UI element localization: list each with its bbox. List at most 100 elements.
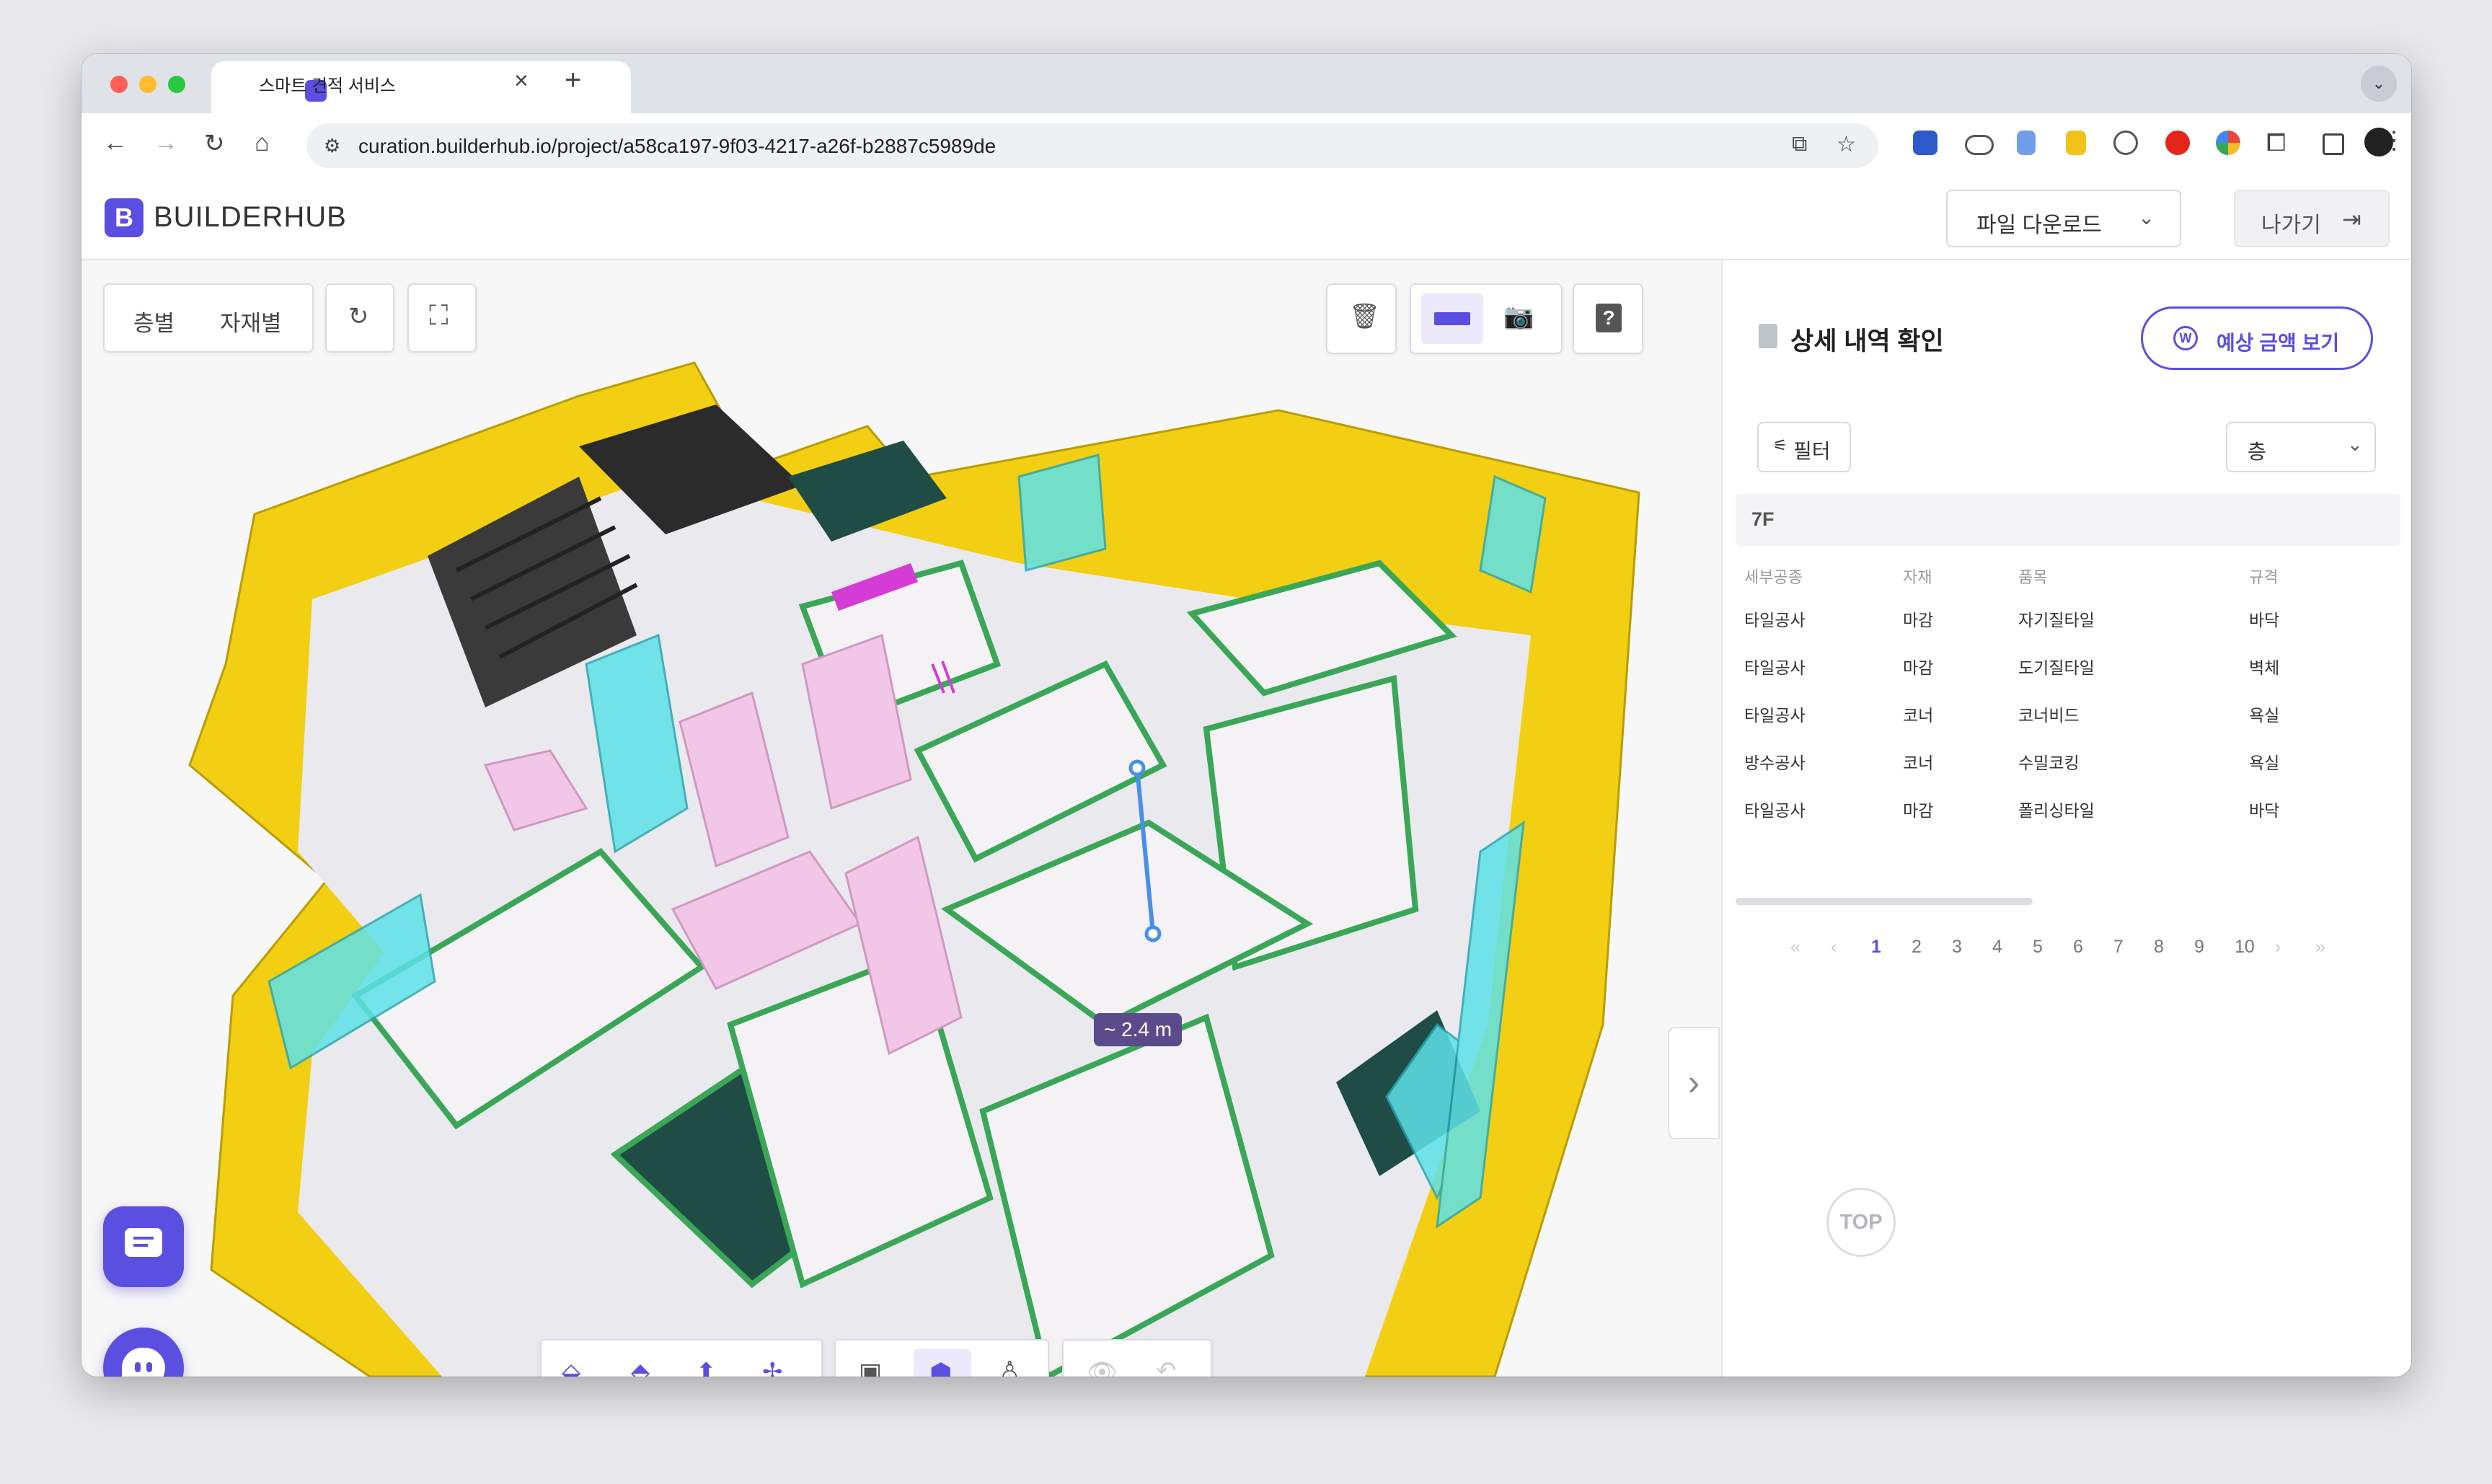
perspective-right-icon[interactable]: ⬘ — [631, 1358, 650, 1377]
table-cell: 욕실 — [2249, 706, 2280, 725]
fit-view-button[interactable]: ⛶ — [407, 283, 477, 353]
tab-search-dropdown-icon[interactable]: ⌄ — [2361, 66, 2397, 102]
page-number[interactable]: 3 — [1952, 937, 1962, 958]
floor-group-header[interactable]: 7F — [1736, 494, 2400, 546]
close-window-button[interactable] — [110, 76, 128, 93]
table-cell: 폴리싱타일 — [2018, 801, 2095, 820]
new-tab-button[interactable]: + — [565, 64, 581, 97]
table-row[interactable]: 타일공사 마감 자기질타일 바닥 — [1723, 606, 2400, 635]
chat-button[interactable] — [103, 1206, 184, 1287]
app-header: B BUILDERHUB 파일 다운로드 ⌄ 나가기 ⇥ — [81, 178, 2411, 260]
page-number[interactable]: 6 — [2073, 937, 2083, 958]
notes-extension-icon[interactable] — [2066, 131, 2086, 155]
page-number[interactable]: 8 — [2154, 937, 2164, 958]
ruler-icon — [1434, 312, 1470, 325]
tab-close-icon[interactable]: × — [514, 67, 529, 95]
measure-point-end — [1144, 925, 1162, 942]
logo-text[interactable]: BUILDERHUB — [154, 201, 347, 234]
page-number[interactable]: 2 — [1912, 937, 1922, 958]
camera-icon[interactable]: 📷 — [1503, 302, 1534, 331]
prev-page-icon[interactable]: ‹ — [1831, 937, 1837, 958]
site-settings-icon[interactable]: ⚙ — [324, 135, 340, 157]
table-row[interactable]: 방수공사 코너 수밀코킹 욕실 — [1723, 749, 2400, 778]
color-extension-icon[interactable] — [2216, 131, 2240, 155]
model-view-button[interactable]: ⬢ — [914, 1349, 971, 1377]
view-by-floor-tab[interactable]: 층별 — [133, 305, 174, 337]
floorplan-icon[interactable]: ▣ — [859, 1358, 882, 1377]
page-number[interactable]: 10 — [2235, 937, 2255, 958]
filter-button[interactable]: ⚟ 필터 — [1757, 422, 1851, 472]
cloud-extension-icon[interactable] — [1965, 135, 1994, 155]
camera-views-toolbar: ⬙ ⬘ ⬆ ✢ — [540, 1339, 823, 1377]
document-icon — [1759, 324, 1777, 348]
tab-strip: 스마트 견적 서비스 × + ⌄ — [81, 54, 2411, 113]
first-page-icon[interactable]: « — [1790, 937, 1800, 958]
column-header: 품목 — [2018, 568, 2048, 586]
builderhub-logo-icon[interactable]: B — [105, 198, 143, 237]
table-cell: 바닥 — [2249, 611, 2280, 630]
address-bar[interactable]: ⚙ curation.builderhub.io/project/a58ca19… — [306, 123, 1878, 168]
table-cell: 도기질타일 — [2018, 658, 2095, 677]
page-number[interactable]: 9 — [2194, 937, 2204, 958]
page-number[interactable]: 4 — [1992, 937, 2002, 958]
column-header: 세부공종 — [1744, 568, 1803, 586]
table-cell: 코너비드 — [2018, 706, 2080, 725]
chevron-down-icon: ⌄ — [2347, 433, 2363, 455]
trash-icon: 🗑 — [1349, 303, 1381, 330]
chevron-down-icon: ⌄ — [2138, 206, 2155, 229]
estimate-price-button[interactable]: W 예상 금액 보기 — [2141, 306, 2373, 370]
ruler-button[interactable] — [1421, 293, 1483, 344]
eye-icon[interactable]: 👁 — [1087, 1358, 1118, 1377]
view-by-material-tab[interactable]: 자재별 — [220, 305, 282, 337]
table-row[interactable]: 타일공사 코너 코너비드 욕실 — [1723, 702, 2400, 730]
adblock-extension-icon[interactable] — [2165, 131, 2190, 155]
minimize-window-button[interactable] — [139, 76, 156, 93]
zoom-window-button[interactable] — [168, 76, 185, 93]
last-page-icon[interactable]: » — [2315, 937, 2325, 958]
file-download-button[interactable]: 파일 다운로드 ⌄ — [1946, 190, 2181, 247]
extension-icon[interactable] — [1913, 131, 1938, 155]
delete-button[interactable]: 🗑 — [1326, 283, 1397, 354]
horizontal-scrollbar[interactable] — [1736, 898, 2033, 905]
forward-arrow-icon[interactable]: → — [154, 129, 178, 157]
browser-menu-icon[interactable]: ⋮ — [2382, 126, 2406, 155]
side-panel-icon[interactable] — [2323, 133, 2344, 155]
page-number[interactable]: 5 — [2033, 937, 2043, 958]
axis-view-icon[interactable]: ✢ — [762, 1358, 783, 1377]
page-number[interactable]: 7 — [2113, 937, 2124, 958]
help-button[interactable]: ? — [1573, 283, 1643, 354]
logout-icon: ⇥ — [2342, 206, 2361, 232]
file-download-label: 파일 다운로드 — [1976, 213, 2102, 237]
table-cell: 바닥 — [2249, 801, 2280, 820]
back-arrow-icon[interactable]: ← — [103, 129, 128, 157]
browser-toolbar: ← → ↻ ⌂ ⚙ curation.builderhub.io/project… — [81, 113, 2411, 179]
bookmark-star-icon[interactable]: ☆ — [1837, 132, 1856, 157]
table-cell: 코너 — [1903, 754, 1934, 772]
table-cell: 타일공사 — [1744, 801, 1806, 820]
floor-select[interactable]: 층 ⌄ — [2226, 422, 2376, 472]
next-page-icon[interactable]: › — [2275, 937, 2281, 958]
top-view-icon[interactable]: ⬆ — [696, 1358, 717, 1377]
reset-view-button[interactable]: ↻ — [325, 283, 394, 353]
scroll-to-top-button[interactable]: TOP — [1826, 1188, 1896, 1257]
page-number[interactable]: 1 — [1871, 937, 1881, 958]
reload-icon[interactable]: ↻ — [204, 129, 225, 158]
install-app-icon[interactable]: ⧉ — [1792, 132, 1807, 156]
crown-extension-icon[interactable] — [2113, 131, 2138, 155]
chat-bubble-icon — [125, 1228, 162, 1257]
table-row[interactable]: 타일공사 마감 폴리싱타일 바닥 — [1723, 797, 2400, 826]
panel-toggle-button[interactable]: › — [1668, 1027, 1720, 1139]
perspective-left-icon[interactable]: ⬙ — [562, 1358, 580, 1377]
table-cell: 마감 — [1903, 801, 1934, 820]
3d-model-viewer[interactable]: ~ 2.4 m 층별 자재별 ↻ ⛶ 🗑 📷 ? ⬙ ⬘ ⬆ ✢ ▣ ⬢ ♙ 👁… — [81, 260, 1721, 1377]
exit-label: 나가기 — [2261, 213, 2321, 237]
url-text: curation.builderhub.io/project/a58ca197-… — [358, 135, 997, 157]
walkthrough-person-icon[interactable]: ♙ — [999, 1356, 1020, 1377]
extensions-puzzle-icon[interactable]: ⧠ — [2266, 129, 2286, 157]
table-row[interactable]: 타일공사 마감 도기질타일 벽체 — [1723, 654, 2400, 683]
exit-button[interactable]: 나가기 ⇥ — [2234, 190, 2390, 247]
undo-icon[interactable]: ↶ — [1156, 1356, 1177, 1377]
home-icon[interactable]: ⌂ — [255, 129, 270, 157]
clipboard-extension-icon[interactable] — [2017, 131, 2036, 155]
building-3d-model[interactable] — [81, 260, 1721, 1377]
